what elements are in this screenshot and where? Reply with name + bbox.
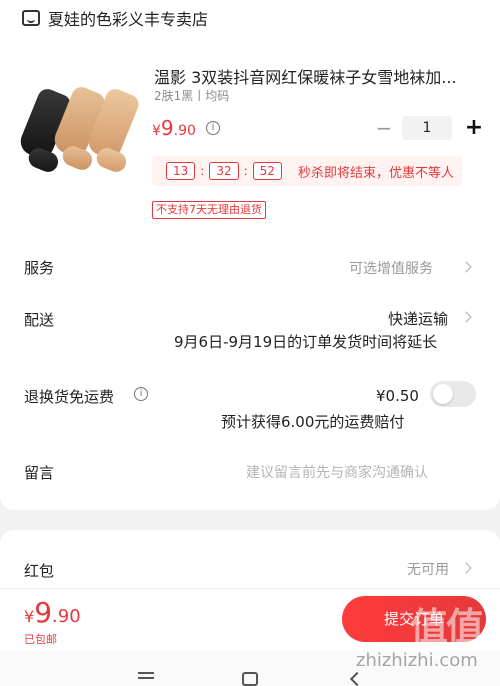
price-info-icon[interactable]: i <box>206 121 220 135</box>
total-decimal: .90 <box>52 606 81 627</box>
free-shipping-label: 已包邮 <box>24 633 57 646</box>
return-shipping-label: 退换货免运费 <box>24 388 115 406</box>
menu-icon[interactable] <box>138 672 154 682</box>
product-spec[interactable]: 2肤1黑丨均码 <box>154 87 229 104</box>
currency-symbol: ¥ <box>152 123 161 139</box>
red-packet-label: 红包 <box>24 562 55 580</box>
return-shipping-note: 预计获得6.00元的运费赔付 <box>221 413 405 431</box>
decrease-button[interactable]: − <box>374 116 394 140</box>
product-image[interactable] <box>16 78 142 168</box>
price-decimal: .90 <box>173 123 196 139</box>
home-icon[interactable] <box>242 672 258 686</box>
flash-sale-countdown: 13 : 32 : 52 秒杀即将结束，优惠不等人 <box>152 156 462 186</box>
total-integer: 9 <box>34 596 53 629</box>
countdown-separator: : <box>243 164 248 178</box>
memo-label: 留言 <box>24 464 55 482</box>
shop-name: 夏娃的色彩义丰专卖店 <box>48 10 209 29</box>
product-price: ¥ 9 .90 <box>152 116 196 140</box>
no-return-badge: 不支持7天无理由退货 <box>152 201 266 219</box>
watermark-url: zhizhizhi.com <box>356 650 478 671</box>
red-packet-value[interactable]: 无可用 <box>407 559 449 579</box>
countdown-text: 秒杀即将结束，优惠不等人 <box>297 165 454 181</box>
shop-header[interactable]: 夏娃的色彩义丰专卖店 <box>22 6 208 30</box>
return-shipping-toggle[interactable] <box>430 381 476 407</box>
delivery-value[interactable]: 快递运输 <box>388 308 448 329</box>
toggle-knob <box>433 384 453 404</box>
return-shipping-price: ¥0.50 <box>376 387 419 405</box>
product-title[interactable]: 温影 3双装抖音网红保暖袜子女雪地袜加... <box>154 64 484 88</box>
memo-input[interactable]: 建议留言前先与商家沟通确认 <box>246 462 428 482</box>
service-value[interactable]: 可选增值服务 <box>349 258 433 278</box>
quantity-input[interactable]: 1 <box>402 116 452 140</box>
delivery-label: 配送 <box>24 311 55 329</box>
countdown-seconds: 52 <box>252 162 282 180</box>
countdown-separator: : <box>200 164 205 178</box>
price-integer: 9 <box>160 116 174 140</box>
delivery-note: 9月6日-9月19日的订单发货时间将延长 <box>174 333 438 351</box>
countdown-minutes: 32 <box>209 162 239 180</box>
return-info-icon[interactable]: i <box>134 387 148 401</box>
countdown-hours: 13 <box>166 162 196 180</box>
store-icon <box>22 10 40 26</box>
quantity-stepper: − 1 + <box>374 116 484 140</box>
increase-button[interactable]: + <box>464 116 484 140</box>
currency-symbol: ¥ <box>24 607 35 626</box>
service-label: 服务 <box>24 259 55 277</box>
total-price: ¥ 9 .90 <box>24 596 81 629</box>
